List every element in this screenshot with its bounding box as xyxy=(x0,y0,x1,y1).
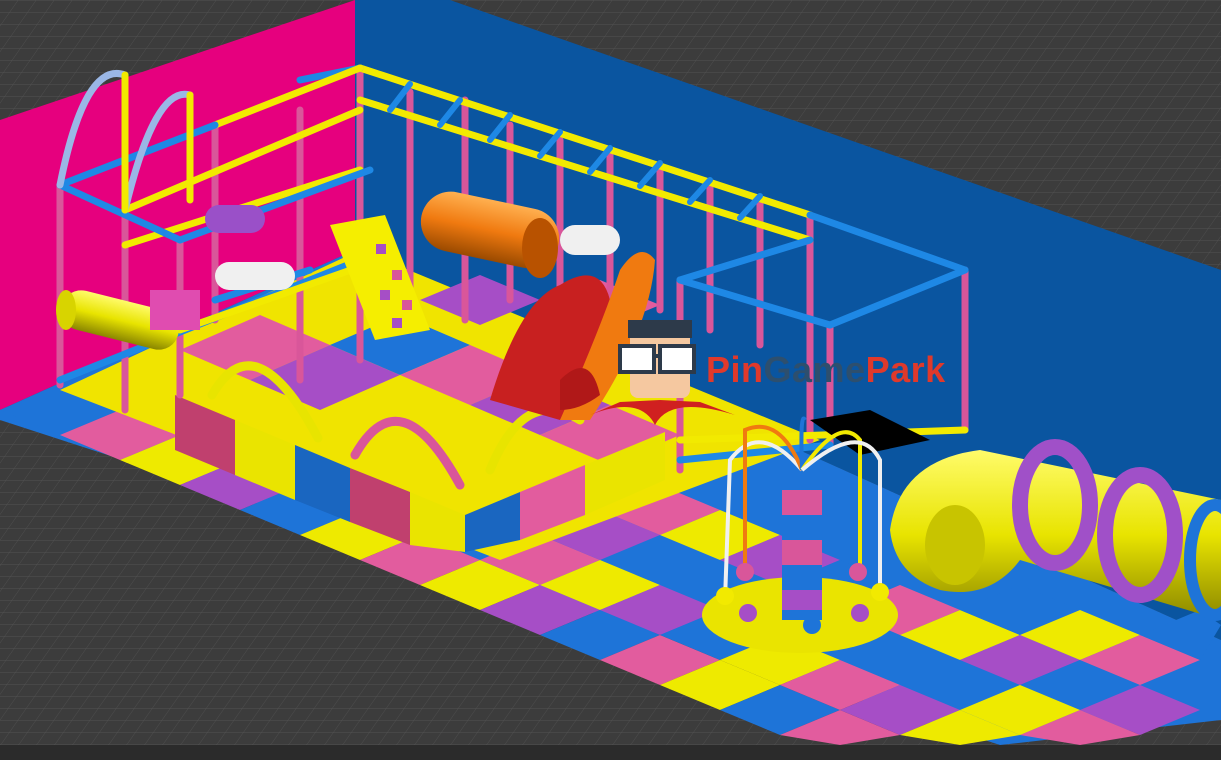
bottom-band xyxy=(0,745,1221,760)
playground-illustration xyxy=(0,0,1221,760)
watermark-brand: PinGamePark xyxy=(706,352,946,388)
brand-part-2: Game xyxy=(763,349,866,390)
brand-part-3: Park xyxy=(865,349,946,390)
playground-render: PinGamePark xyxy=(0,0,1221,760)
brand-part-1: Pin xyxy=(706,349,764,390)
